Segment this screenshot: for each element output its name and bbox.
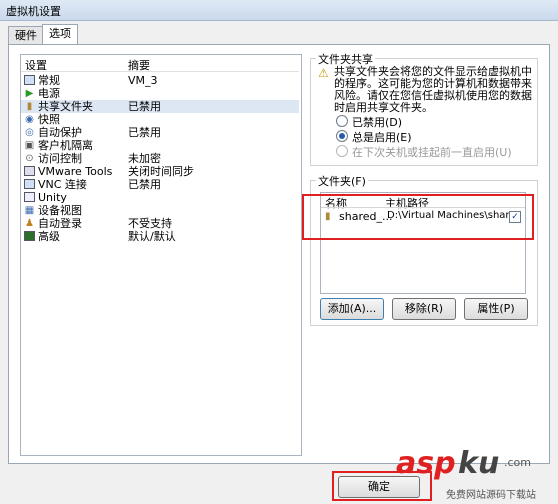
advanced-icon xyxy=(24,231,35,241)
row-value: 关闭时间同步 xyxy=(128,165,194,178)
tab-hardware[interactable]: 硬件 xyxy=(8,26,44,45)
row-value: VM_3 xyxy=(128,74,158,87)
warning-icon: ⚠ xyxy=(318,66,329,80)
power-play-icon: ▶ xyxy=(25,88,34,99)
autologin-icon: ♟ xyxy=(25,218,34,229)
window-title: 虚拟机设置 xyxy=(6,5,61,18)
row-value: 默认/默认 xyxy=(128,230,176,243)
radio-label: 已禁用(D) xyxy=(352,116,403,129)
row-value: 未加密 xyxy=(128,152,161,165)
warning-line: 时启用共享文件夹。 xyxy=(334,101,433,114)
vmware-tools-icon xyxy=(24,166,35,176)
watermark-logo: asp ku .com 免费网站源码下载站 xyxy=(396,446,552,502)
settings-row-unity[interactable]: Unity xyxy=(21,191,299,204)
unity-icon xyxy=(24,192,35,202)
device-view-icon: ▦ xyxy=(24,205,35,216)
header-divider xyxy=(21,71,299,72)
settings-row-device-view[interactable]: ▦ 设备视图 xyxy=(21,204,299,217)
radio-button[interactable] xyxy=(336,115,348,127)
settings-row-autologin[interactable]: ♟ 自动登录 不受支持 xyxy=(21,217,299,230)
row-value: 已禁用 xyxy=(128,126,161,139)
row-value: 已禁用 xyxy=(128,178,161,191)
row-name: Unity xyxy=(38,191,67,204)
snapshot-icon: ◉ xyxy=(25,114,34,125)
row-name: 自动保护 xyxy=(38,126,82,139)
settings-row-snapshots[interactable]: ◉ 快照 xyxy=(21,113,299,126)
vnc-icon xyxy=(24,179,35,189)
tab-options[interactable]: 选项 xyxy=(42,24,78,45)
settings-row-advanced[interactable]: 高级 默认/默认 xyxy=(21,230,299,243)
row-name: 访问控制 xyxy=(38,152,82,165)
shared-folder-icon: ▮ xyxy=(26,101,33,112)
row-name: 电源 xyxy=(38,87,60,100)
watermark-main: asp xyxy=(396,446,456,481)
radio-label: 在下次关机或挂起前一直启用(U) xyxy=(352,146,512,159)
row-name: 设备视图 xyxy=(38,204,82,217)
radio-button[interactable] xyxy=(336,145,348,157)
radio-button[interactable] xyxy=(336,130,348,142)
settings-row-general[interactable]: 常规 VM_3 xyxy=(21,74,299,87)
row-name: VMware Tools xyxy=(38,165,113,178)
watermark-caption: 免费网站源码下载站 xyxy=(446,490,536,501)
settings-row-vmware-tools[interactable]: VMware Tools 关闭时间同步 xyxy=(21,165,299,178)
settings-row-guest-isolation[interactable]: ▣ 客户机隔离 xyxy=(21,139,299,152)
tab-strip: 硬件 选项 xyxy=(8,24,108,46)
row-value: 已禁用 xyxy=(128,100,161,113)
radio-until-poweroff-option[interactable]: 在下次关机或挂起前一直启用(U) xyxy=(336,144,526,159)
folders-title: 文件夹(F) xyxy=(316,173,368,189)
watermark-tld: .com xyxy=(504,456,531,469)
monitor-icon xyxy=(24,75,35,85)
row-name: 快照 xyxy=(38,113,60,126)
radio-label: 总是启用(E) xyxy=(352,131,412,144)
row-value: 不受支持 xyxy=(128,217,172,230)
radio-always-enabled-option[interactable]: 总是启用(E) xyxy=(336,129,526,144)
remove-button[interactable]: 移除(R) xyxy=(392,298,456,320)
guest-isolation-icon: ▣ xyxy=(24,140,35,151)
warning-text: 共享文件夹会将您的文件显示给虚拟机中 的程序。这可能为您的计算机和数据带来 风险… xyxy=(334,66,534,114)
settings-row-power[interactable]: ▶ 电源 xyxy=(21,87,299,100)
settings-row-access-control[interactable]: ⊙ 访问控制 未加密 xyxy=(21,152,299,165)
row-name: 共享文件夹 xyxy=(38,100,93,113)
row-name: 客户机隔离 xyxy=(38,139,93,152)
add-button[interactable]: 添加(A)... xyxy=(320,298,384,320)
row-name: VNC 连接 xyxy=(38,178,87,191)
row-name: 自动登录 xyxy=(38,217,82,230)
settings-row-shared-folders[interactable]: ▮ 共享文件夹 已禁用 xyxy=(21,100,299,113)
settings-row-autoprotect[interactable]: ◎ 自动保护 已禁用 xyxy=(21,126,299,139)
watermark-sub: ku xyxy=(458,446,500,481)
properties-button[interactable]: 属性(P) xyxy=(464,298,528,320)
settings-list[interactable]: 设置 摘要 常规 VM_3 ▶ 电源 ▮ 共享文件夹 已禁用 ◉ 快照 ◎ 自动… xyxy=(20,54,302,456)
autoprotect-icon: ◎ xyxy=(25,127,34,138)
title-bar: 虚拟机设置 xyxy=(0,0,558,21)
row-name: 常规 xyxy=(38,74,60,87)
highlight-box-folder-row xyxy=(302,194,534,240)
settings-row-vnc[interactable]: VNC 连接 已禁用 xyxy=(21,178,299,191)
access-control-icon: ⊙ xyxy=(25,153,34,164)
row-name: 高级 xyxy=(38,230,60,243)
radio-disabled-option[interactable]: 已禁用(D) xyxy=(336,114,526,129)
